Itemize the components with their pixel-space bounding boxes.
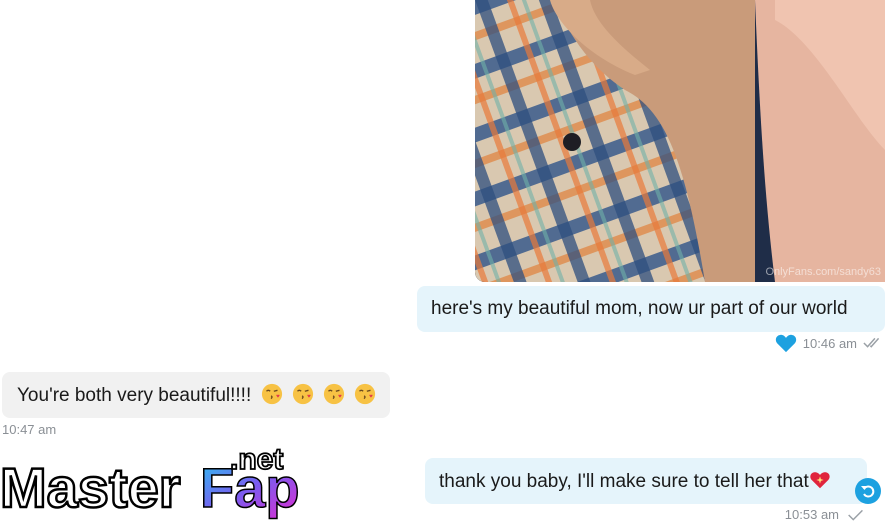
logo-text-master: Master <box>0 456 181 519</box>
message-bubble-incoming[interactable]: You're both very beautiful!!!! <box>2 372 390 418</box>
undo-arrow-icon <box>861 485 875 498</box>
message-meta: 10:46 am <box>775 333 885 353</box>
sparkling-heart-icon <box>810 472 830 489</box>
kissing-face-icon <box>261 383 282 405</box>
kissing-face-icon <box>324 383 345 405</box>
reply-button[interactable] <box>855 478 881 504</box>
message-time: 10:47 am <box>2 422 57 437</box>
message-bubble-outgoing[interactable]: thank you baby, I'll make sure to tell h… <box>425 458 867 504</box>
double-check-icon <box>863 337 880 348</box>
photo-watermark: OnlyFans.com/sandy63 <box>765 266 881 278</box>
message-meta: 10:47 am <box>2 422 56 437</box>
kissing-face-icon <box>292 383 313 405</box>
message-photo[interactable]: OnlyFans.com/sandy63 <box>475 0 885 282</box>
message-time: 10:46 am <box>802 335 857 351</box>
message-text: You're both very beautiful!!!! <box>17 385 252 406</box>
message-text: thank you baby, I'll make sure to tell h… <box>439 471 809 492</box>
check-icon <box>848 509 863 521</box>
heart-icon[interactable] <box>775 333 797 353</box>
message-time: 10:53 am <box>784 507 839 522</box>
site-logo: Master Fap .net <box>0 443 300 520</box>
message-text: here's my beautiful mom, now ur part of … <box>431 298 848 319</box>
logo-text-net: .net <box>230 443 283 476</box>
message-meta: 10:53 am <box>785 507 867 522</box>
kissing-face-icon <box>355 383 376 405</box>
message-bubble-outgoing[interactable]: here's my beautiful mom, now ur part of … <box>417 286 885 332</box>
photo-image <box>475 0 885 282</box>
